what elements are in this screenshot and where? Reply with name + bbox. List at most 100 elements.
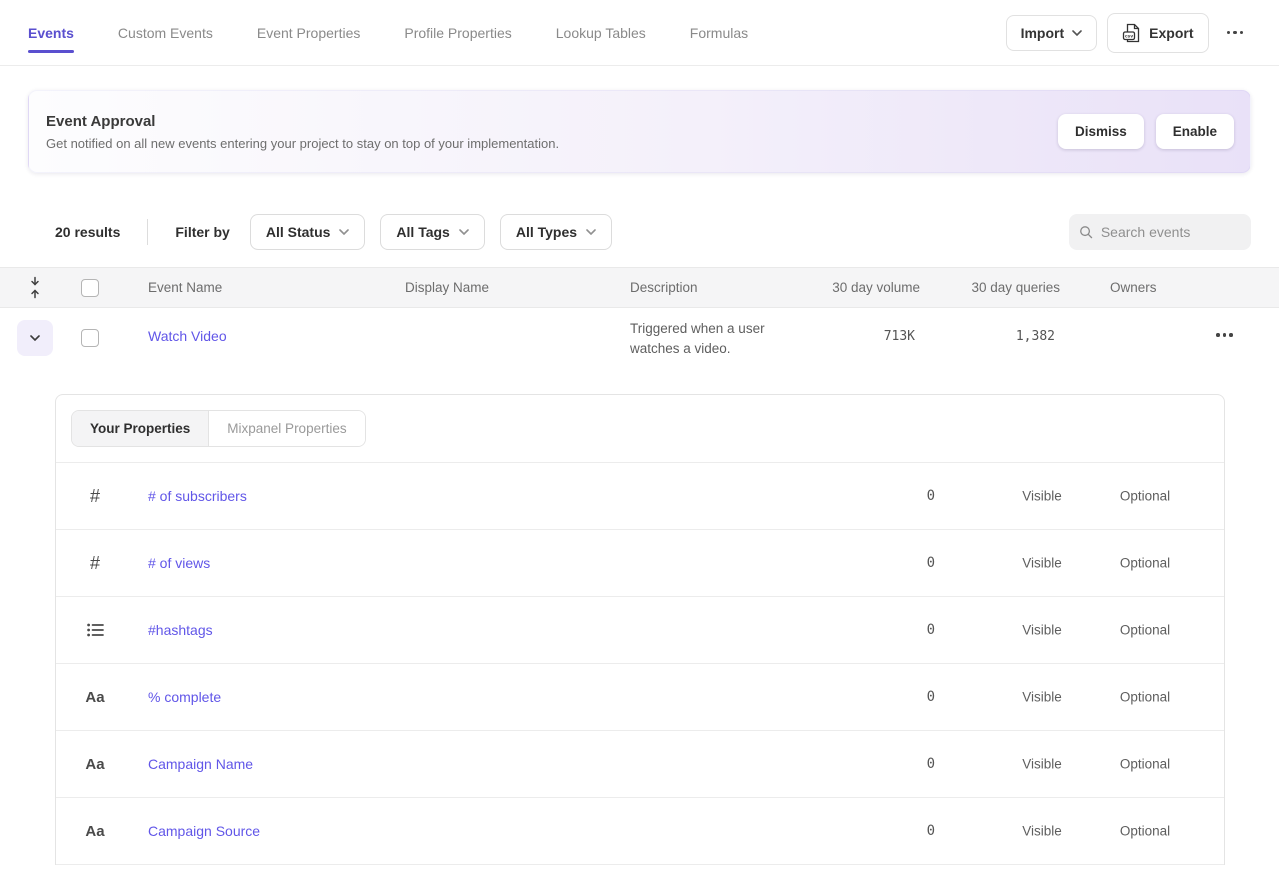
types-filter-dropdown[interactable]: All Types (500, 214, 612, 250)
tab-custom-events[interactable]: Custom Events (118, 0, 213, 65)
properties-card: Your Properties Mixpanel Properties # # … (55, 394, 1225, 865)
filter-by-label: Filter by (175, 224, 229, 240)
tab-your-properties[interactable]: Your Properties (72, 411, 209, 446)
import-button[interactable]: Import (1006, 15, 1098, 51)
col-event-name[interactable]: Event Name (148, 268, 222, 307)
row-more-options-button[interactable] (1212, 329, 1237, 341)
collapse-row-button[interactable] (17, 320, 53, 356)
text-type-icon: Aa (78, 664, 112, 730)
select-all-checkbox-cell (81, 268, 99, 307)
export-button[interactable]: csv Export (1107, 13, 1208, 53)
status-filter-label: All Status (266, 224, 331, 240)
property-row: #hashtags 0 Visible Optional (56, 597, 1224, 664)
property-queries: 0 (835, 622, 935, 638)
tab-lookup-tables[interactable]: Lookup Tables (556, 0, 646, 65)
col-owners[interactable]: Owners (1110, 268, 1157, 307)
chevron-down-icon (339, 229, 349, 235)
dismiss-button[interactable]: Dismiss (1058, 114, 1144, 149)
nav-actions: Import csv Export (1006, 13, 1251, 53)
dot-icon (1223, 333, 1227, 337)
banner-actions: Dismiss Enable (1058, 114, 1250, 149)
event-name-link[interactable]: Watch Video (148, 328, 227, 344)
tab-formulas[interactable]: Formulas (690, 0, 748, 65)
property-name-link[interactable]: # of views (148, 555, 210, 571)
chevron-down-icon (30, 335, 40, 341)
search-input[interactable] (1101, 224, 1241, 240)
property-name-link[interactable]: Campaign Name (148, 756, 253, 772)
search-box (1069, 214, 1251, 250)
property-visibility: Visible (997, 623, 1087, 638)
event-row-watch-video: Watch Video Triggered when a user watche… (0, 308, 1279, 369)
property-name-link[interactable]: % complete (148, 689, 221, 705)
property-required: Optional (1090, 489, 1200, 504)
dot-icon (1233, 31, 1237, 35)
chevron-down-icon (586, 229, 596, 235)
results-count: 20 results (55, 224, 120, 240)
status-filter-dropdown[interactable]: All Status (250, 214, 366, 250)
property-name-link[interactable]: # of subscribers (148, 488, 247, 504)
property-queries: 0 (835, 756, 935, 772)
property-queries: 0 (835, 555, 935, 571)
event-volume: 713K (790, 329, 915, 344)
select-all-checkbox[interactable] (81, 279, 99, 297)
tab-events[interactable]: Events (28, 0, 74, 65)
enable-button[interactable]: Enable (1156, 114, 1234, 149)
event-queries: 1,382 (930, 329, 1055, 344)
property-visibility: Visible (997, 824, 1087, 839)
collapse-all-icon[interactable] (28, 268, 42, 307)
property-row: Aa % complete 0 Visible Optional (56, 664, 1224, 731)
col-display-name[interactable]: Display Name (405, 268, 489, 307)
number-type-icon: # (78, 530, 112, 596)
event-approval-banner: Event Approval Get notified on all new e… (28, 90, 1251, 173)
banner-subtitle: Get notified on all new events entering … (46, 136, 559, 151)
property-visibility: Visible (997, 757, 1087, 772)
banner-title: Event Approval (46, 113, 559, 130)
property-required: Optional (1090, 690, 1200, 705)
property-visibility: Visible (997, 556, 1087, 571)
property-required: Optional (1090, 556, 1200, 571)
dot-icon (1240, 31, 1244, 35)
number-type-icon: # (78, 463, 112, 529)
csv-file-icon: csv (1122, 23, 1141, 43)
row-checkbox[interactable] (81, 329, 99, 347)
property-required: Optional (1090, 623, 1200, 638)
import-button-label: Import (1021, 25, 1065, 41)
chevron-down-icon (1072, 30, 1082, 36)
property-row: # # of subscribers 0 Visible Optional (56, 463, 1224, 530)
property-name-link[interactable]: #hashtags (148, 622, 213, 638)
banner-text: Event Approval Get notified on all new e… (29, 113, 559, 151)
dot-icon (1229, 333, 1233, 337)
filter-bar: 20 results Filter by All Status All Tags… (28, 214, 1251, 250)
export-button-label: Export (1149, 25, 1193, 41)
property-required: Optional (1090, 824, 1200, 839)
dot-icon (1227, 31, 1231, 35)
property-row: Aa Campaign Source 0 Visible Optional (56, 798, 1224, 865)
search-icon (1079, 224, 1093, 240)
property-row: # # of views 0 Visible Optional (56, 530, 1224, 597)
types-filter-label: All Types (516, 224, 577, 240)
more-options-button[interactable] (1219, 22, 1252, 44)
property-queries: 0 (835, 823, 935, 839)
chevron-down-icon (459, 229, 469, 235)
text-type-icon: Aa (78, 798, 112, 864)
property-queries: 0 (835, 488, 935, 504)
properties-tabs-strip: Your Properties Mixpanel Properties (56, 395, 1224, 463)
col-30-day-queries[interactable]: 30 day queries (930, 268, 1060, 307)
tab-mixpanel-properties[interactable]: Mixpanel Properties (209, 411, 364, 446)
svg-text:csv: csv (1125, 34, 1133, 39)
tab-profile-properties[interactable]: Profile Properties (404, 0, 511, 65)
col-30-day-volume[interactable]: 30 day volume (790, 268, 920, 307)
property-visibility: Visible (997, 489, 1087, 504)
properties-segmented-control: Your Properties Mixpanel Properties (71, 410, 366, 447)
tags-filter-label: All Tags (396, 224, 449, 240)
event-description: Triggered when a user watches a video. (630, 319, 802, 359)
col-description[interactable]: Description (630, 268, 698, 307)
property-name-link[interactable]: Campaign Source (148, 823, 260, 839)
tags-filter-dropdown[interactable]: All Tags (380, 214, 484, 250)
tab-event-properties[interactable]: Event Properties (257, 0, 361, 65)
property-required: Optional (1090, 757, 1200, 772)
top-nav: Events Custom Events Event Properties Pr… (0, 0, 1279, 66)
property-visibility: Visible (997, 690, 1087, 705)
divider (147, 219, 148, 245)
events-table-header: Event Name Display Name Description 30 d… (0, 267, 1279, 308)
